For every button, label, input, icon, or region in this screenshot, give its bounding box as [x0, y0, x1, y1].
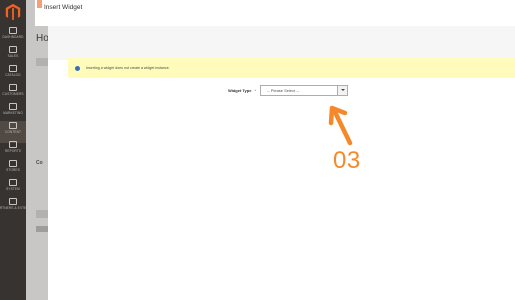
sidebar-item-label: STORES — [6, 168, 20, 172]
system-icon — [9, 179, 17, 186]
sidebar-item-label: CUSTOMERS — [2, 92, 24, 96]
sidebar-item-find[interactable]: FIND PARTNERS & EXTENSIONS — [0, 197, 39, 219]
content-icon — [9, 122, 17, 129]
magento-logo-icon — [5, 3, 21, 21]
background-bar — [36, 58, 48, 66]
sidebar-item-label: DASHBOARD — [2, 35, 24, 39]
sidebar-item-label: SALES — [7, 54, 19, 58]
annotation-arrow-icon — [328, 105, 353, 146]
info-notice: Inserting a widget does not create a wid… — [68, 58, 515, 78]
sidebar-item-label: REPORTS — [4, 149, 22, 153]
chevron-down-icon[interactable] — [337, 85, 348, 95]
widget-type-label: Widget Type — [228, 87, 252, 93]
page-title: Ho — [36, 33, 49, 44]
section-title: Co — [36, 160, 43, 166]
marketing-icon — [9, 103, 17, 110]
sidebar-item-label: MARKETING — [3, 111, 23, 115]
widget-type-select[interactable]: -- Please Select -- — [260, 84, 349, 96]
admin-sidebar: DASHBOARD SALES CATALOG CUSTOMERS MARKETING C… — [0, 0, 39, 300]
sidebar-item-label: CATALOG — [5, 73, 21, 77]
extensions-icon — [9, 198, 17, 205]
info-icon — [75, 65, 80, 71]
widget-type-field: Widget Type * -- Please Select -- — [228, 84, 349, 96]
select-value: -- Please Select -- — [267, 87, 300, 93]
dashboard-icon — [9, 27, 17, 34]
sidebar-item-label: CONTENT — [4, 130, 22, 134]
background-bar — [36, 210, 48, 218]
modal-title: Insert Widget — [44, 4, 83, 11]
modal-header-marker — [37, 0, 42, 8]
modal-header: Insert Widget — [35, 0, 515, 26]
catalog-icon — [9, 65, 17, 72]
reports-icon — [9, 141, 17, 148]
dollar-icon — [9, 46, 17, 53]
background-bar — [36, 226, 48, 232]
modal-action-bar — [48, 26, 515, 60]
sidebar-item-label: SYSTEM — [6, 187, 20, 191]
required-mark: * — [254, 87, 257, 93]
stores-icon — [9, 160, 17, 167]
notice-text: Inserting a widget does not create a wid… — [86, 66, 170, 70]
customers-icon — [9, 84, 17, 91]
step-number: 03 — [333, 147, 361, 174]
background-page: Ho Co — [26, 0, 49, 300]
